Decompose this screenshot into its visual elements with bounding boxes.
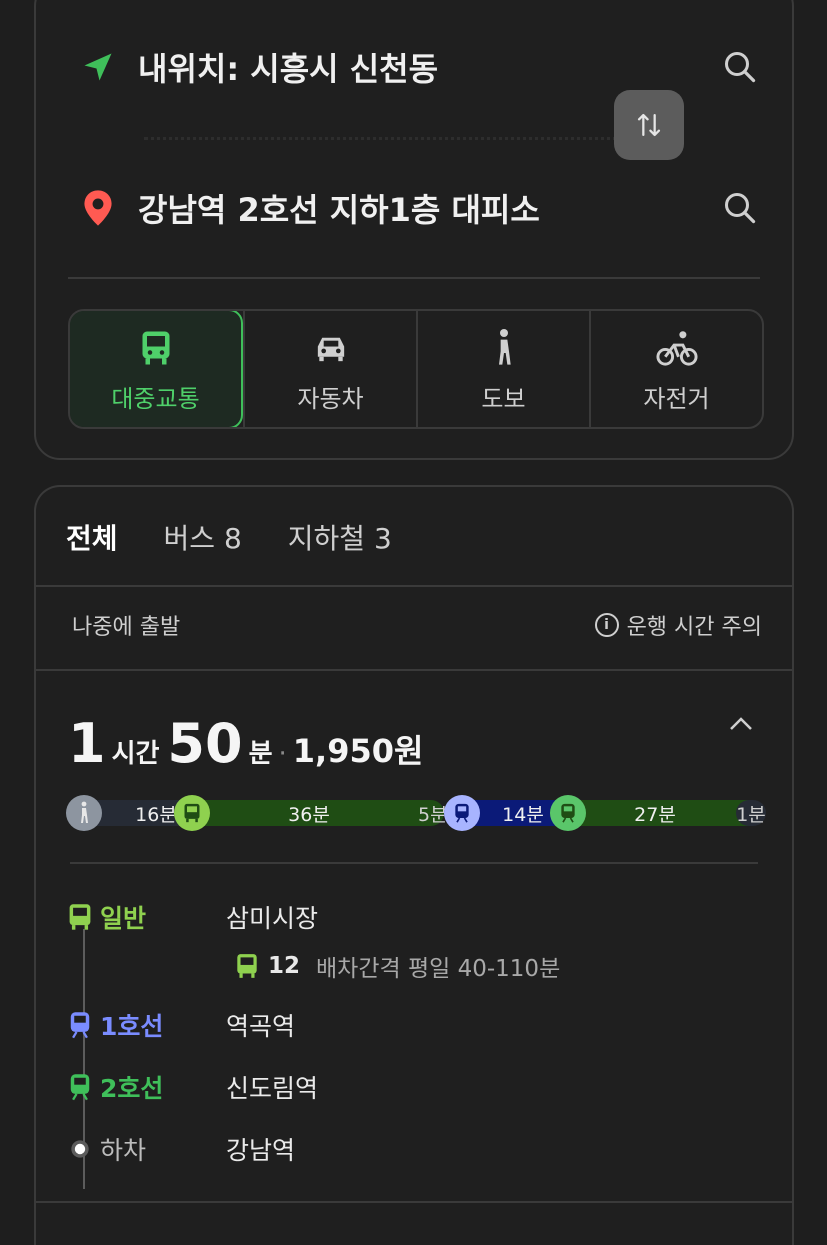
- step-subway-line1-station: 역곡역: [226, 1012, 296, 1041]
- tab-bus[interactable]: 버스 8: [164, 517, 242, 557]
- step-subway-line2-label: 2호선: [100, 1074, 164, 1103]
- walk-icon: [490, 325, 518, 371]
- destination-text: 강남역 2호선 지하1층 대피소: [138, 191, 540, 229]
- result-filter-tabs: 전체 버스 8 지하철 3: [66, 517, 392, 557]
- fare: 1,950원: [292, 732, 424, 770]
- tab-car[interactable]: 자동차: [243, 311, 416, 427]
- step-subway-line1[interactable]: 1호선 역곡역: [66, 1005, 295, 1045]
- subway-icon: [550, 795, 586, 831]
- swap-button[interactable]: [614, 90, 684, 160]
- swap-icon: [637, 113, 661, 137]
- divider: [70, 862, 758, 864]
- tab-walk[interactable]: 도보: [416, 311, 589, 427]
- divider: [68, 277, 760, 279]
- subway-line2-segment-label: 27분: [634, 803, 676, 826]
- info-icon: i: [594, 613, 619, 637]
- subway-icon: [70, 1012, 90, 1039]
- tab-car-label: 자동차: [297, 384, 364, 413]
- bus-icon: [69, 904, 91, 930]
- step-subway-line2[interactable]: 2호선 신도림역: [66, 1067, 318, 1107]
- step-arrive[interactable]: 하차 강남역: [66, 1129, 295, 1169]
- tab-bicycle-label: 자전거: [643, 384, 710, 413]
- walk-segment-label: 16분: [135, 803, 177, 826]
- stop-dot-icon: [71, 1140, 89, 1158]
- depart-later-row: 나중에 출발 i 운행 시간 주의: [72, 609, 762, 641]
- divider: [36, 1201, 792, 1203]
- location-arrow-icon: [78, 47, 118, 87]
- final-walk-segment: 1분: [736, 800, 766, 826]
- step-subway-line1-label: 1호선: [100, 1012, 164, 1041]
- service-time-notice-label: 운행 시간 주의: [626, 615, 762, 640]
- duration-minutes-unit: 분: [248, 739, 273, 769]
- step-subway-line1-mode: 1호선: [66, 1007, 226, 1043]
- bicycle-icon: [655, 325, 699, 371]
- step-arrive-station: 강남역: [226, 1136, 296, 1165]
- bus-route-number: 12: [268, 953, 301, 979]
- step-subway-line2-mode: 2호선: [66, 1069, 226, 1105]
- origin-row[interactable]: 내위치: 시흥시 신천동: [78, 37, 760, 97]
- bus-segment: 36분: [174, 800, 444, 826]
- depart-later-button[interactable]: 나중에 출발: [72, 609, 180, 641]
- tab-all[interactable]: 전체: [66, 517, 118, 557]
- route-search-card: 내위치: 시흥시 신천동 강남역 2호선 지하1층 대피소 대중교통 자동차 도…: [34, 0, 794, 460]
- bus-segment-label: 36분: [288, 803, 330, 826]
- tab-bicycle[interactable]: 자전거: [589, 311, 762, 427]
- step-bus-stop: 삼미시장: [226, 904, 319, 933]
- final-walk-label: 1분: [736, 803, 766, 826]
- location-pin-icon: [78, 188, 118, 228]
- bus-route-info[interactable]: 12 배차간격 평일 40-110분: [234, 949, 560, 983]
- divider: [36, 585, 792, 587]
- route-results-card: 전체 버스 8 지하철 3 나중에 출발 i 운행 시간 주의 1 시간 50 …: [34, 485, 794, 1245]
- bus-interval: 배차간격 평일 40-110분: [316, 956, 561, 982]
- route-timeline-bar: 16분 36분 5분 14분 27분 1분: [66, 795, 766, 831]
- destination-row[interactable]: 강남역 2호선 지하1층 대피소: [78, 178, 760, 238]
- subway-icon: [70, 1074, 90, 1101]
- duration-hours-unit: 시간: [111, 739, 160, 769]
- tab-subway[interactable]: 지하철 3: [288, 517, 392, 557]
- step-arrive-mode: 하차: [66, 1131, 226, 1167]
- step-bus-mode: 일반: [66, 899, 226, 935]
- step-bus-mode-label: 일반: [100, 904, 147, 933]
- service-time-notice[interactable]: i 운행 시간 주의: [594, 609, 762, 641]
- bus-icon: [138, 325, 174, 371]
- tab-walk-label: 도보: [481, 384, 526, 413]
- separator: ·: [278, 739, 287, 769]
- transport-mode-tabs: 대중교통 자동차 도보 자전거: [68, 309, 764, 429]
- divider: [36, 669, 792, 671]
- step-bus[interactable]: 일반 삼미시장: [66, 897, 318, 937]
- divider-dotted: [144, 137, 672, 140]
- search-icon[interactable]: [720, 47, 760, 87]
- tab-transit-label: 대중교통: [111, 384, 200, 413]
- subway-icon: [444, 795, 480, 831]
- origin-text: 내위치: 시흥시 신천동: [138, 50, 439, 88]
- route-summary: 1 시간 50 분 · 1,950원: [68, 712, 423, 775]
- tab-transit[interactable]: 대중교통: [70, 311, 243, 427]
- car-icon: [312, 325, 350, 371]
- duration-minutes: 50: [167, 712, 243, 775]
- walk-icon: [66, 795, 102, 831]
- duration-hours: 1: [68, 712, 106, 775]
- bus-icon: [237, 954, 257, 978]
- subway-line1-segment-label: 14분: [502, 803, 544, 826]
- search-icon[interactable]: [720, 188, 760, 228]
- chevron-up-icon[interactable]: [726, 709, 756, 739]
- step-arrive-label: 하차: [100, 1136, 147, 1165]
- bus-icon: [174, 795, 210, 831]
- step-subway-line2-station: 신도림역: [226, 1074, 319, 1103]
